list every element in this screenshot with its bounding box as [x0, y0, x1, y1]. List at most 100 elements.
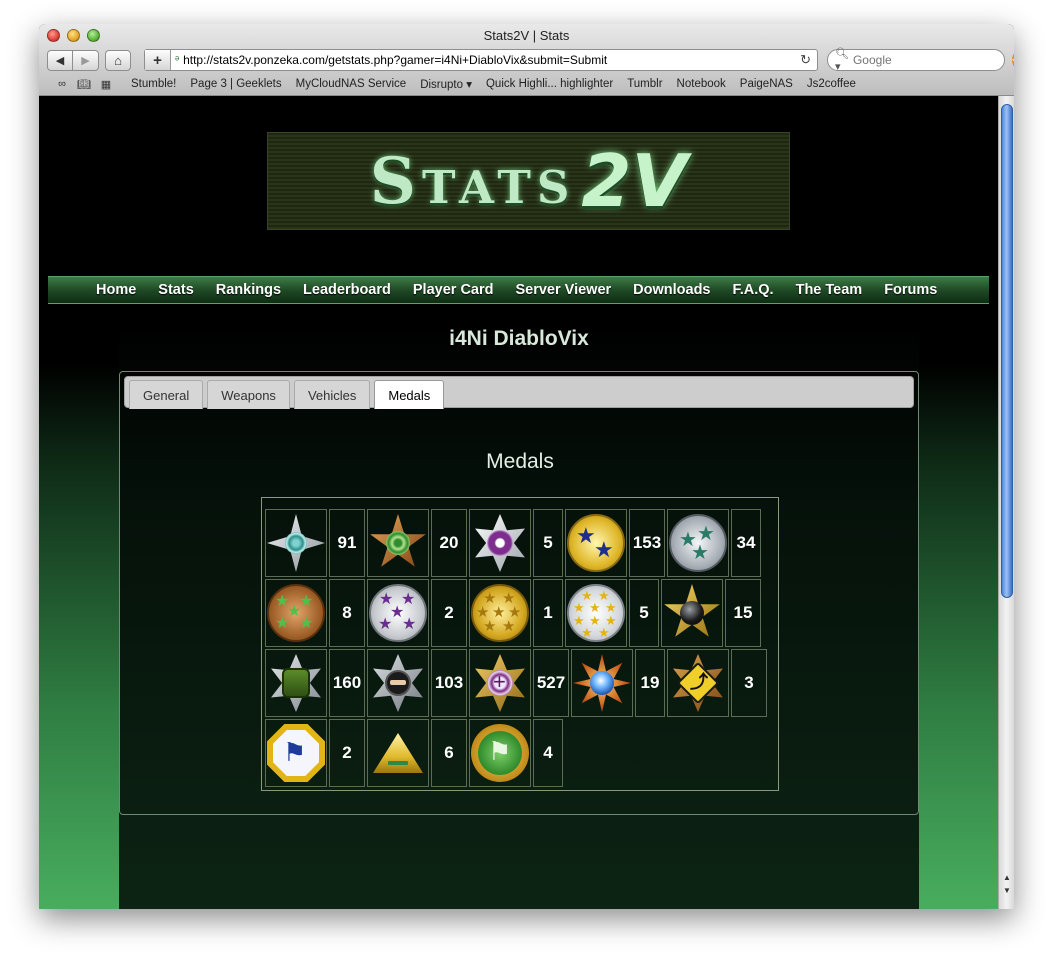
tab-medals[interactable]: Medals — [374, 380, 445, 409]
crosshair-gold-star-medal-icon: + — [471, 654, 529, 712]
medal-count: 2 — [329, 719, 365, 787]
medal-count: 5 — [533, 509, 563, 577]
snapback-icon[interactable]: ↶ — [1011, 53, 1014, 67]
nav-the-team[interactable]: The Team — [796, 282, 863, 298]
site-nav: Home Stats Rankings Leaderboard Player C… — [48, 276, 989, 304]
nav-rankings[interactable]: Rankings — [216, 282, 281, 298]
tab-weapons[interactable]: Weapons — [207, 380, 290, 409]
site-header: Stats 2V — [48, 96, 989, 276]
bookmark-item[interactable]: Disrupto ▾ — [420, 77, 472, 91]
nav-forums[interactable]: Forums — [884, 282, 937, 298]
table-row: 160 103 + 527 19 ⤴ 3 — [264, 649, 778, 719]
bookmark-item[interactable]: MyCloudNAS Service — [296, 78, 407, 90]
bookmark-item[interactable]: Page 3 | Geeklets — [190, 78, 281, 90]
medal-count: 20 — [431, 509, 467, 577]
page-scrollbar[interactable]: ▲ ▼ — [998, 96, 1014, 909]
medal-count: 15 — [725, 579, 761, 647]
search-icon: 🔍︎▾ — [835, 48, 849, 73]
browser-toolbar: ◀ ▶ ⌂ — [47, 49, 131, 71]
search-input[interactable] — [852, 53, 1008, 67]
home-button[interactable]: ⌂ — [105, 49, 131, 71]
window-title: Stats2V | Stats — [483, 28, 570, 43]
browser-window: Stats2V | Stats ◀ ▶ ⌂ + ᵊ http://stats2v… — [39, 24, 1014, 909]
site-favicon-icon: ᵊ — [175, 54, 180, 66]
medal-count: 103 — [431, 649, 467, 717]
history-nav: ◀ ▶ — [47, 49, 99, 71]
player-name: i4Ni DiabloVix — [449, 327, 589, 350]
green-fist-medal-icon — [267, 654, 325, 712]
scroll-arrows[interactable]: ▲ ▼ — [999, 871, 1014, 897]
bookmark-item[interactable]: PaigeNAS — [740, 78, 793, 90]
nav-stats[interactable]: Stats — [158, 282, 193, 298]
yellow-triangle-medal-icon — [369, 724, 427, 782]
nav-downloads[interactable]: Downloads — [633, 282, 710, 298]
silver-star-target-medal-icon — [267, 514, 325, 572]
add-bookmark-button[interactable]: + — [145, 50, 171, 70]
silver-three-green-stars-medal-icon: ★ ★ ★ — [669, 514, 727, 572]
blue-sunburst-medal-icon — [573, 654, 631, 712]
forward-button[interactable]: ▶ — [73, 49, 99, 71]
browser-chrome: Stats2V | Stats ◀ ▶ ⌂ + ᵊ http://stats2v… — [39, 24, 1014, 96]
bookmark-item[interactable]: Notebook — [677, 78, 726, 90]
gold-seven-stars-medal-icon: ★ ★ ★ ★ ★ ★ ★ — [471, 584, 529, 642]
search-field[interactable]: 🔍︎▾ ↶ — [827, 48, 1014, 73]
bookmark-item[interactable]: Quick Highli... highlighter — [486, 78, 613, 90]
nav-faq[interactable]: F.A.Q. — [733, 282, 774, 298]
tab-general[interactable]: General — [129, 380, 204, 409]
medal-count: 527 — [533, 649, 569, 717]
page-viewport: Stats 2V Home Stats Rankings Leaderboard… — [39, 96, 998, 909]
medals-table: 91 20 5 ★ ★ 153 ★ ★ ★ 34 ★ ★ ★ ★ ★ 8 ★ ★… — [261, 497, 779, 791]
tab-vehicles[interactable]: Vehicles — [293, 380, 371, 409]
purple-target-star-medal-icon — [471, 514, 529, 572]
back-arrow-icon: ◀ — [55, 54, 65, 67]
blue-flag-octagon-medal-icon: ⚑ — [267, 724, 325, 782]
table-row: ★ ★ ★ ★ ★ 8 ★ ★ ★ ★ ★ 2 ★ ★ ★ ★ ★ ★ ★ 1 … — [264, 579, 778, 649]
nav-player-card[interactable]: Player Card — [413, 282, 494, 298]
nav-home[interactable]: Home — [96, 282, 136, 298]
medal-count: 34 — [731, 509, 761, 577]
medal-count: 91 — [329, 509, 365, 577]
bookmark-item[interactable]: Stumble! — [131, 78, 176, 90]
green-flag-medal-icon: ⚑ — [471, 724, 529, 782]
tab-strip: General Weapons Vehicles Medals — [124, 376, 914, 409]
plus-icon: + — [153, 51, 162, 69]
table-row: 91 20 5 ★ ★ 153 ★ ★ ★ 34 — [264, 509, 778, 579]
bookmarks-book-icon[interactable]: 📖︎ — [73, 78, 95, 91]
medal-count: 3 — [731, 649, 767, 717]
section-title: Medals — [486, 450, 554, 473]
forward-arrow-icon: ▶ — [81, 54, 90, 67]
medal-count: 2 — [431, 579, 467, 647]
medal-count: 153 — [629, 509, 665, 577]
reload-icon[interactable]: ↻ — [800, 52, 811, 68]
url-text[interactable]: http://stats2v.ponzeka.com/getstats.php?… — [183, 53, 796, 67]
nav-server-viewer[interactable]: Server Viewer — [515, 282, 611, 298]
bookmark-item[interactable]: Js2coffee — [807, 78, 856, 90]
scroll-thumb[interactable] — [1001, 104, 1013, 598]
silver-ten-gold-stars-medal-icon: ★ ★ ★ ★ ★ ★ ★ ★ ★ ★ — [567, 584, 625, 642]
top-sites-grid-icon[interactable]: ▦ — [95, 78, 117, 91]
black-orb-gold-star-medal-icon — [663, 584, 721, 642]
bookmarks-bar: ∞ 📖︎ ▦ Stumble! Page 3 | Geeklets MyClou… — [51, 76, 856, 92]
bookmark-item[interactable]: Tumblr — [627, 78, 662, 90]
medal-count: 5 — [629, 579, 659, 647]
medal-count: 160 — [329, 649, 365, 717]
table-row: ⚑ 2 6 ⚑ 4 — [264, 719, 778, 789]
medal-count: 4 — [533, 719, 563, 787]
address-bar[interactable]: + ᵊ http://stats2v.ponzeka.com/getstats.… — [144, 49, 818, 71]
ninja-mask-medal-icon — [369, 654, 427, 712]
logo-text-2v: 2V — [581, 139, 688, 223]
site-logo[interactable]: Stats 2V — [267, 132, 790, 230]
medal-count: 19 — [635, 649, 665, 717]
stats-panel: i4Ni DiabloVix General Weapons Vehicles … — [119, 324, 919, 909]
logo-text-stats: Stats — [369, 143, 576, 219]
gold-two-blue-stars-medal-icon: ★ ★ — [567, 514, 625, 572]
scroll-down-icon[interactable]: ▼ — [999, 884, 1014, 897]
reading-glasses-icon[interactable]: ∞ — [51, 78, 73, 90]
bronze-five-green-stars-medal-icon: ★ ★ ★ ★ ★ — [267, 584, 325, 642]
scroll-up-icon[interactable]: ▲ — [999, 871, 1014, 884]
bronze-star-target-medal-icon — [369, 514, 427, 572]
back-button[interactable]: ◀ — [47, 49, 73, 71]
medal-count: 8 — [329, 579, 365, 647]
nav-leaderboard[interactable]: Leaderboard — [303, 282, 391, 298]
stats-tab-box: General Weapons Vehicles Medals Medals 9… — [119, 371, 919, 815]
